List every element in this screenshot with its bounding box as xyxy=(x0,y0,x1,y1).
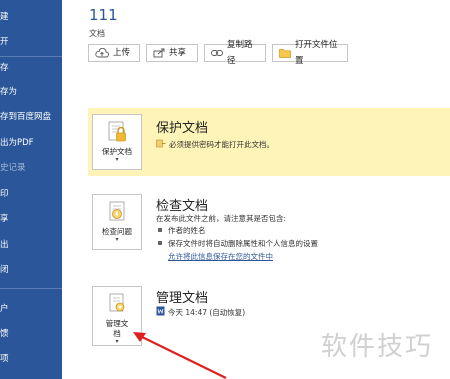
cloud-upload-icon xyxy=(95,48,109,58)
chevron-down-icon: ▾ xyxy=(115,338,119,345)
nav-item-export[interactable]: 出 xyxy=(0,234,62,256)
upload-button[interactable]: 上传 xyxy=(88,44,140,62)
open-file-location-label: 打开文件位置 xyxy=(295,40,338,66)
manage-document-label-line1: 管理文 xyxy=(105,319,129,328)
nav-item-options[interactable]: 项 xyxy=(0,348,62,370)
nav-item-open[interactable]: 开 xyxy=(0,31,62,53)
copy-path-button[interactable]: 复制路径 xyxy=(204,40,266,66)
annotation-arrow-icon xyxy=(133,332,227,379)
inspect-document-icon xyxy=(103,199,131,225)
manage-document-icon xyxy=(103,291,131,317)
share-button[interactable]: 共享 xyxy=(146,44,198,62)
nav-item-print[interactable]: 印 xyxy=(0,183,62,205)
protect-document-title: 保护文档 xyxy=(156,121,209,136)
chevron-down-icon: ▾ xyxy=(115,156,119,163)
bullet-marker xyxy=(158,228,162,232)
document-path: 文档 xyxy=(89,29,105,38)
share-icon xyxy=(153,48,165,58)
nav-item-export-pdf[interactable]: 出为PDF xyxy=(0,132,62,154)
folder-icon xyxy=(279,49,291,58)
chevron-down-icon: ▾ xyxy=(115,236,119,243)
inspect-document-section: 检查问题 ▾ 检查文档 在发布此文件之前，请注意其是否包含: 作者的姓名 保存文… xyxy=(88,188,450,266)
share-label: 共享 xyxy=(169,48,187,58)
inspect-bullet-properties: 保存文件时将自动删除属性和个人信息的设置 xyxy=(168,239,318,248)
link-icon xyxy=(211,50,223,56)
nav-item-save-to-baidu[interactable]: 存到百度网盘 xyxy=(0,106,62,128)
nav-item-history[interactable]: 史记录 xyxy=(0,157,62,179)
protect-document-description: 必须提供密码才能打开此文档。 xyxy=(169,140,274,149)
nav-item-close[interactable]: 闭 xyxy=(0,259,62,281)
inspect-document-description: 在发布此文件之前，请注意其是否包含: xyxy=(156,214,287,223)
check-for-issues-button[interactable]: 检查问题 ▾ xyxy=(92,194,142,250)
protect-document-section: 保护文档 ▾ 保护文档 必须提供密码才能打开此文档。 xyxy=(88,108,450,176)
lock-icon xyxy=(103,119,131,145)
nav-divider xyxy=(0,288,62,289)
nav-item-account[interactable]: 户 xyxy=(0,298,62,320)
inspect-bullet-author: 作者的姓名 xyxy=(168,226,206,235)
word-document-icon xyxy=(156,306,165,316)
nav-item-save[interactable]: 存 xyxy=(0,57,62,79)
manage-document-title: 管理文档 xyxy=(156,291,209,306)
copy-path-label: 复制路径 xyxy=(227,40,253,66)
backstage-nav: 建 开 存 存为 存到百度网盘 出为PDF 史记录 印 享 出 闭 户 馈 项 xyxy=(0,0,62,379)
watermark: 软件技巧 xyxy=(313,310,450,379)
watermark-text: 软件技巧 xyxy=(321,332,434,362)
open-file-location-button[interactable]: 打开文件位置 xyxy=(272,40,348,66)
bullet-marker xyxy=(158,241,162,245)
nav-item-save-as[interactable]: 存为 xyxy=(0,81,62,103)
nav-item-new[interactable]: 建 xyxy=(0,6,62,28)
document-title: 111 xyxy=(89,6,118,24)
protect-document-button[interactable]: 保护文档 ▾ xyxy=(92,114,142,170)
inspect-document-title: 检查文档 xyxy=(156,199,209,214)
allow-save-info-link[interactable]: 允许将此信息保存在您的文件中 xyxy=(168,251,273,262)
upload-label: 上传 xyxy=(113,48,131,58)
key-icon xyxy=(156,139,166,148)
nav-item-feedback[interactable]: 馈 xyxy=(0,323,62,345)
autorecover-version-link[interactable]: 今天 14:47 (自动恢复) xyxy=(168,307,245,318)
nav-item-share[interactable]: 享 xyxy=(0,208,62,230)
